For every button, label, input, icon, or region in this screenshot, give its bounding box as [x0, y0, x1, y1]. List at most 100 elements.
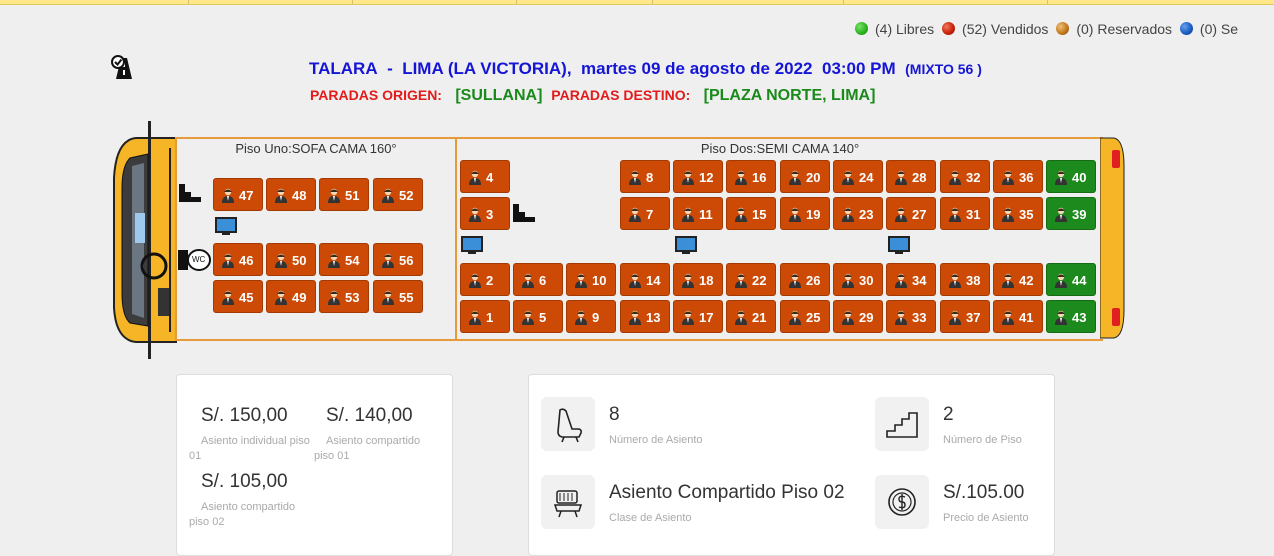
- seat-55[interactable]: 55: [373, 280, 423, 313]
- seat-2[interactable]: 2: [460, 263, 510, 296]
- seat-icon: [541, 397, 595, 451]
- seat-5[interactable]: 5: [513, 300, 563, 333]
- seat-34[interactable]: 34: [886, 263, 936, 296]
- seat-15[interactable]: 15: [726, 197, 776, 230]
- seat-number: 25: [806, 310, 821, 325]
- seat-number: 10: [592, 273, 607, 288]
- passenger-icon: [469, 310, 481, 325]
- legend-other: (0) Se: [1179, 21, 1238, 37]
- seat-42[interactable]: 42: [993, 263, 1043, 296]
- passenger-icon: [575, 273, 587, 288]
- wc-icon: WC: [178, 248, 212, 272]
- seat-number: 52: [399, 188, 414, 203]
- seat-40[interactable]: 40: [1046, 160, 1096, 193]
- seat-44[interactable]: 44: [1046, 263, 1096, 296]
- seat-36[interactable]: 36: [993, 160, 1043, 193]
- tv-icon: [215, 217, 237, 235]
- seat-49[interactable]: 49: [266, 280, 316, 313]
- passenger-icon: [382, 290, 394, 305]
- seat-number: 24: [859, 170, 874, 185]
- route-logo-icon: [111, 55, 132, 79]
- seat-35[interactable]: 35: [993, 197, 1043, 230]
- seat-22[interactable]: 22: [726, 263, 776, 296]
- seat-number: 35: [1019, 207, 1034, 222]
- seat-4[interactable]: 4: [460, 160, 510, 193]
- seat-number: 23: [859, 207, 874, 222]
- seat-number: 39: [1072, 207, 1087, 222]
- seat-number: 29: [859, 310, 874, 325]
- seat-54[interactable]: 54: [319, 243, 369, 276]
- seat-number: 48: [292, 188, 307, 203]
- deck-one-title: Piso Uno:SOFA CAMA 160°: [235, 141, 397, 156]
- passenger-icon: [382, 253, 394, 268]
- seat-19[interactable]: 19: [780, 197, 830, 230]
- seat-3[interactable]: 3: [460, 197, 510, 230]
- seat-25[interactable]: 25: [780, 300, 830, 333]
- seat-29[interactable]: 29: [833, 300, 883, 333]
- passenger-icon: [735, 170, 747, 185]
- seat-number: 6: [539, 273, 547, 288]
- seat-12[interactable]: 12: [673, 160, 723, 193]
- seat-9[interactable]: 9: [566, 300, 616, 333]
- seat-13[interactable]: 13: [620, 300, 670, 333]
- seat-43[interactable]: 43: [1046, 300, 1096, 333]
- seat-18[interactable]: 18: [673, 263, 723, 296]
- seat-6[interactable]: 6: [513, 263, 563, 296]
- seat-47[interactable]: 47: [213, 178, 263, 211]
- seat-52[interactable]: 52: [373, 178, 423, 211]
- passenger-icon: [328, 290, 340, 305]
- seat-32[interactable]: 32: [940, 160, 990, 193]
- seat-24[interactable]: 24: [833, 160, 883, 193]
- seat-28[interactable]: 28: [886, 160, 936, 193]
- seat-number: 11: [699, 207, 713, 222]
- seat-7[interactable]: 7: [620, 197, 670, 230]
- seat-21[interactable]: 21: [726, 300, 776, 333]
- seat-56[interactable]: 56: [373, 243, 423, 276]
- tv-icon: [888, 236, 910, 254]
- seat-number: 9: [592, 310, 600, 325]
- seat-31[interactable]: 31: [940, 197, 990, 230]
- seat-48[interactable]: 48: [266, 178, 316, 211]
- passenger-icon: [469, 273, 481, 288]
- seat-50[interactable]: 50: [266, 243, 316, 276]
- seat-33[interactable]: 33: [886, 300, 936, 333]
- seat-legend: (4) Libres (52) Vendidos (0) Reservados …: [855, 21, 1242, 37]
- seat-46[interactable]: 46: [213, 243, 263, 276]
- seat-number: 56: [399, 253, 414, 268]
- passenger-icon: [469, 170, 481, 185]
- seat-10[interactable]: 10: [566, 263, 616, 296]
- passenger-icon: [382, 188, 394, 203]
- seat-17[interactable]: 17: [673, 300, 723, 333]
- seat-53[interactable]: 53: [319, 280, 369, 313]
- passenger-icon: [1002, 207, 1014, 222]
- passenger-icon: [895, 310, 907, 325]
- seat-51[interactable]: 51: [319, 178, 369, 211]
- seat-38[interactable]: 38: [940, 263, 990, 296]
- passenger-icon: [1002, 273, 1014, 288]
- seat-20[interactable]: 20: [780, 160, 830, 193]
- seat-37[interactable]: 37: [940, 300, 990, 333]
- seat-number: 17: [699, 310, 714, 325]
- seat-8[interactable]: 8: [620, 160, 670, 193]
- seat-number: 18: [699, 273, 714, 288]
- seat-41[interactable]: 41: [993, 300, 1043, 333]
- seat-45[interactable]: 45: [213, 280, 263, 313]
- seat-27[interactable]: 27: [886, 197, 936, 230]
- seat-number: 8: [646, 170, 654, 185]
- seat-16[interactable]: 16: [726, 160, 776, 193]
- passenger-icon: [735, 273, 747, 288]
- seat-39[interactable]: 39: [1046, 197, 1096, 230]
- seat-11[interactable]: 11: [673, 197, 723, 230]
- seat-26[interactable]: 26: [780, 263, 830, 296]
- seat-number: 16: [752, 170, 767, 185]
- seat-30[interactable]: 30: [833, 263, 883, 296]
- passenger-icon: [328, 188, 340, 203]
- legend-reserved: (0) Reservados: [1056, 21, 1172, 37]
- passenger-icon: [469, 207, 481, 222]
- seat-number: 2: [486, 273, 494, 288]
- seat-1[interactable]: 1: [460, 300, 510, 333]
- passenger-icon: [522, 310, 534, 325]
- seat-23[interactable]: 23: [833, 197, 883, 230]
- seat-14[interactable]: 14: [620, 263, 670, 296]
- seat-number: 46: [239, 253, 254, 268]
